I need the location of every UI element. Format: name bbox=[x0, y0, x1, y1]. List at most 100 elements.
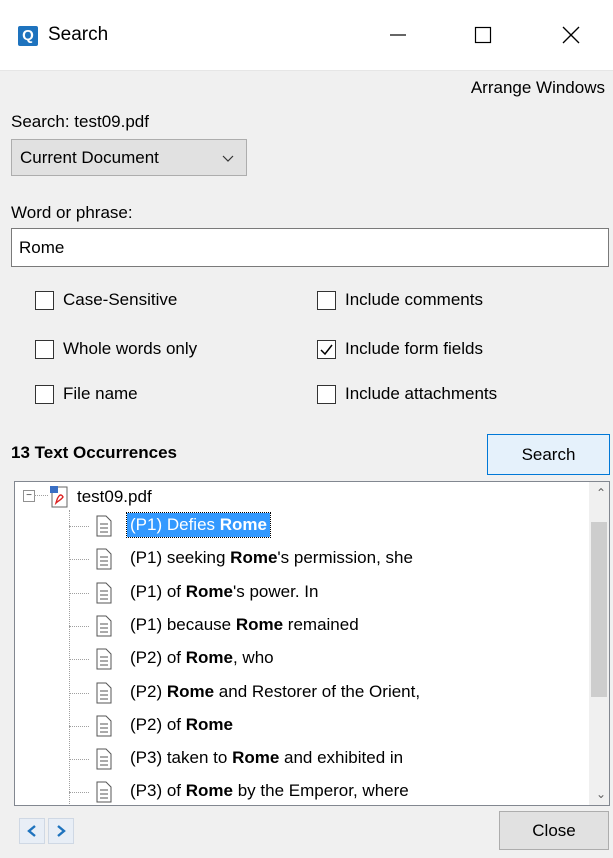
word-phrase-label: Word or phrase: bbox=[11, 203, 133, 222]
result-match: Rome bbox=[219, 515, 267, 534]
arrange-windows-link[interactable]: Arrange Windows bbox=[471, 78, 605, 98]
close-button[interactable]: Close bbox=[499, 811, 609, 850]
chevron-right-icon bbox=[57, 825, 66, 837]
case-sensitive-checkbox[interactable]: Case-Sensitive bbox=[35, 290, 177, 310]
whole-words-label: Whole words only bbox=[63, 339, 198, 358]
result-suffix: , who bbox=[232, 648, 274, 668]
tree-connector bbox=[69, 559, 89, 561]
collapse-icon[interactable]: − bbox=[23, 490, 35, 502]
include-comments-checkbox[interactable]: Include comments bbox=[317, 290, 483, 310]
checkbox-box[interactable] bbox=[35, 339, 54, 359]
minimize-icon bbox=[390, 34, 406, 36]
checkbox-box[interactable] bbox=[35, 290, 54, 310]
result-match: Rome bbox=[185, 714, 233, 734]
document-icon bbox=[96, 748, 112, 770]
result-prefix: (P2) of bbox=[130, 648, 186, 668]
tree-connector bbox=[69, 625, 89, 627]
result-item[interactable]: (P1) seeking Rome's permission, she bbox=[127, 546, 416, 570]
result-match: Rome bbox=[235, 614, 284, 634]
document-icon bbox=[96, 682, 112, 703]
close-window-button[interactable] bbox=[548, 18, 594, 52]
app-logo-icon: Q bbox=[18, 26, 38, 46]
checkbox-box[interactable] bbox=[317, 339, 336, 359]
checkmark-icon bbox=[320, 344, 333, 355]
scope-dropdown[interactable]: Current Document bbox=[11, 139, 247, 176]
checkbox-box[interactable] bbox=[317, 384, 336, 404]
result-match: Rome bbox=[232, 748, 280, 768]
title-bar: Q Search bbox=[0, 0, 613, 71]
chevron-left-icon bbox=[27, 825, 36, 837]
result-suffix: and Restorer of the Orient, bbox=[214, 681, 421, 701]
document-icon bbox=[96, 781, 112, 803]
vertical-scrollbar[interactable]: ⌃ ⌄ bbox=[589, 482, 609, 805]
tree-connector bbox=[69, 592, 89, 594]
include-form-fields-checkbox[interactable]: Include form fields bbox=[317, 339, 483, 359]
previous-result-button[interactable] bbox=[19, 818, 45, 844]
result-match: Rome bbox=[230, 548, 278, 568]
occurrences-count: 13 Text Occurrences bbox=[11, 443, 177, 462]
file-name-label: File name bbox=[63, 384, 138, 403]
document-icon bbox=[96, 715, 112, 737]
scroll-up-icon[interactable]: ⌃ bbox=[596, 486, 606, 500]
result-match: Rome bbox=[166, 681, 215, 701]
scroll-down-icon[interactable]: ⌄ bbox=[596, 787, 606, 801]
result-prefix: (P3) taken to bbox=[130, 748, 233, 768]
document-icon bbox=[96, 615, 112, 637]
document-icon bbox=[96, 582, 112, 604]
result-suffix: by the Emperor, where bbox=[232, 781, 409, 801]
result-prefix: (P1) because bbox=[130, 614, 236, 634]
case-sensitive-label: Case-Sensitive bbox=[63, 290, 178, 309]
document-icon bbox=[96, 515, 112, 537]
result-suffix: 's permission, she bbox=[277, 548, 413, 568]
result-item[interactable]: (P1) Defies Rome bbox=[126, 512, 271, 538]
result-suffix: and exhibited in bbox=[279, 748, 404, 768]
tree-connector bbox=[69, 510, 70, 805]
file-name-checkbox[interactable]: File name bbox=[35, 384, 138, 404]
result-suffix: 's power. In bbox=[232, 581, 319, 601]
include-form-fields-label: Include form fields bbox=[345, 339, 483, 358]
window-title: Search bbox=[48, 24, 109, 45]
close-icon bbox=[562, 26, 580, 44]
result-item[interactable]: (P1) because Rome remained bbox=[127, 613, 362, 637]
chevron-down-icon bbox=[222, 155, 234, 162]
document-icon bbox=[96, 548, 112, 570]
scrollbar-thumb[interactable] bbox=[591, 522, 607, 697]
pdf-file-icon bbox=[50, 486, 68, 508]
minimize-button[interactable] bbox=[375, 18, 421, 52]
search-input[interactable] bbox=[11, 228, 609, 267]
result-match: Rome bbox=[185, 581, 233, 601]
result-item[interactable]: (P2) of Rome bbox=[127, 713, 236, 737]
result-item[interactable]: (P1) of Rome's power. In bbox=[127, 580, 321, 604]
result-prefix: (P2) of bbox=[130, 714, 186, 734]
include-attachments-checkbox[interactable]: Include attachments bbox=[317, 384, 497, 404]
tree-connector bbox=[69, 792, 89, 794]
scope-selected-value: Current Document bbox=[20, 147, 159, 167]
next-result-button[interactable] bbox=[48, 818, 74, 844]
result-item[interactable]: (P2) Rome and Restorer of the Orient, bbox=[127, 680, 423, 704]
maximize-button[interactable] bbox=[460, 18, 506, 52]
tree-root-file[interactable]: test09.pdf bbox=[77, 487, 152, 507]
checkbox-box[interactable] bbox=[35, 384, 54, 404]
whole-words-checkbox[interactable]: Whole words only bbox=[35, 339, 197, 359]
document-icon bbox=[96, 648, 112, 670]
result-suffix: remained bbox=[283, 614, 359, 634]
result-match: Rome bbox=[185, 781, 233, 801]
results-tree[interactable]: − test09.pdf (P1) Defies Rome (P1) seekin… bbox=[14, 481, 610, 806]
tree-connector bbox=[34, 495, 48, 496]
result-prefix: (P1) of bbox=[130, 581, 186, 601]
result-item[interactable]: (P2) of Rome, who bbox=[127, 646, 277, 670]
tree-connector bbox=[69, 526, 89, 527]
result-prefix: (P1) seeking bbox=[130, 548, 231, 568]
result-item[interactable]: (P3) of Rome by the Emperor, where bbox=[127, 779, 412, 803]
search-document-label: Search: test09.pdf bbox=[11, 112, 149, 131]
tree-connector bbox=[69, 659, 89, 661]
result-item[interactable]: (P3) taken to Rome and exhibited in bbox=[127, 746, 406, 770]
include-attachments-label: Include attachments bbox=[345, 384, 498, 403]
result-prefix: (P1) Defies bbox=[130, 515, 220, 534]
result-prefix: (P3) of bbox=[130, 781, 186, 801]
checkbox-box[interactable] bbox=[317, 290, 336, 310]
tree-connector bbox=[69, 759, 89, 761]
tree-connector bbox=[69, 725, 89, 727]
tree-connector bbox=[69, 692, 89, 694]
search-button[interactable]: Search bbox=[487, 434, 610, 475]
